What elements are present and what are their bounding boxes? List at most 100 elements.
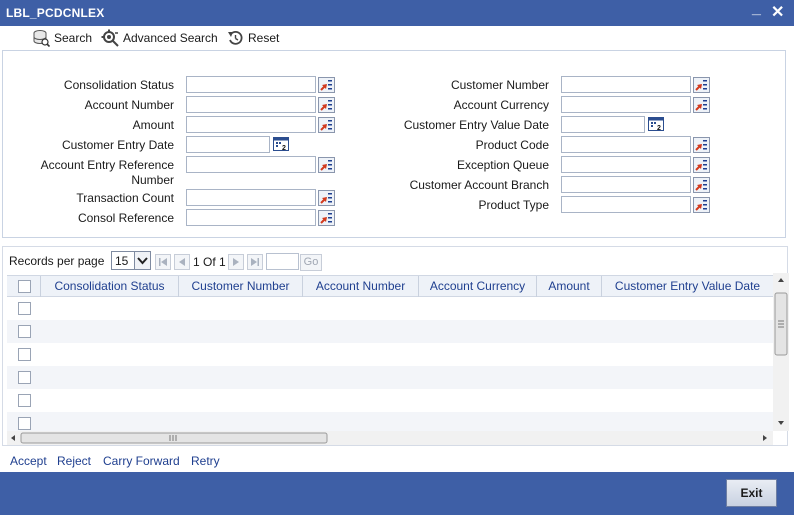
table-row[interactable] — [7, 297, 773, 320]
exception-queue-input[interactable] — [561, 156, 691, 173]
account-entry-reference-label-line2: Number — [131, 173, 174, 187]
column-header-account-number[interactable]: Account Number — [303, 276, 419, 298]
search-label: Search — [54, 31, 93, 45]
select-all-cell — [7, 276, 41, 298]
consol-reference-label: Consol Reference — [77, 211, 174, 225]
amount-label: Amount — [132, 118, 174, 132]
svg-text:2: 2 — [282, 145, 286, 152]
first-page-button[interactable] — [155, 254, 171, 270]
amount-lov-icon[interactable] — [318, 117, 335, 133]
accept-link[interactable]: Accept — [10, 454, 47, 468]
table-row[interactable] — [7, 320, 773, 343]
carry-forward-link[interactable]: Carry Forward — [103, 454, 180, 468]
pagination-bar: Records per page 15 1 Of 1 Go — [3, 247, 773, 273]
customer-entry-value-date-input[interactable] — [561, 116, 645, 133]
retry-link[interactable]: Retry — [191, 454, 220, 468]
column-header-customer-number[interactable]: Customer Number — [179, 276, 303, 298]
column-header-consolidation-status[interactable]: Consolidation Status — [41, 276, 179, 298]
product-type-label: Product Type — [478, 198, 550, 212]
transaction-count-input[interactable] — [186, 189, 316, 206]
account-number-lov-icon[interactable] — [318, 97, 335, 113]
go-button[interactable]: Go — [300, 254, 322, 271]
table-row[interactable] — [7, 366, 773, 389]
search-criteria-panel: Consolidation Status Account Number Amou… — [2, 50, 786, 238]
customer-account-branch-label: Customer Account Branch — [409, 178, 549, 192]
consol-reference-lov-icon[interactable] — [318, 210, 335, 226]
customer-account-branch-lov-icon[interactable] — [693, 177, 710, 193]
svg-text:2: 2 — [657, 125, 661, 132]
transaction-count-lov-icon[interactable] — [318, 190, 335, 206]
table-row[interactable] — [7, 343, 773, 366]
column-header-account-currency[interactable]: Account Currency — [419, 276, 537, 298]
column-header-customer-entry-value-date[interactable]: Customer Entry Value Date — [602, 276, 773, 298]
records-per-page-value: 15 — [115, 254, 129, 268]
customer-entry-date-label: Customer Entry Date — [61, 138, 174, 152]
minimize-button[interactable]: _ — [752, 0, 761, 18]
title-bar: LBL_PCDCNLEX _ ✕ — [0, 0, 794, 26]
product-type-lov-icon[interactable] — [693, 197, 710, 213]
customer-entry-date-calendar-icon[interactable]: 2 — [273, 136, 290, 152]
account-entry-reference-lov-icon[interactable] — [318, 157, 335, 173]
account-currency-input[interactable] — [561, 96, 691, 113]
row-checkbox[interactable] — [18, 348, 31, 361]
row-checkbox[interactable] — [18, 417, 31, 430]
account-entry-reference-input[interactable] — [186, 156, 316, 173]
product-code-label: Product Code — [475, 138, 549, 152]
previous-page-button[interactable] — [174, 254, 190, 270]
customer-entry-value-date-calendar-icon[interactable]: 2 — [648, 116, 665, 132]
toolbar: Search Advanced Search Reset — [0, 26, 794, 50]
transaction-count-label: Transaction Count — [76, 191, 174, 205]
amount-input[interactable] — [186, 116, 316, 133]
next-page-button[interactable] — [228, 254, 244, 270]
chevron-down-icon — [134, 252, 150, 269]
reset-icon — [228, 30, 243, 45]
page-info: 1 Of 1 — [193, 255, 226, 269]
column-header-amount[interactable]: Amount — [537, 276, 602, 298]
customer-account-branch-input[interactable] — [561, 176, 691, 193]
close-button[interactable]: ✕ — [771, 2, 784, 22]
customer-number-lov-icon[interactable] — [693, 77, 710, 93]
account-currency-lov-icon[interactable] — [693, 97, 710, 113]
consolidation-status-input[interactable] — [186, 76, 316, 93]
advanced-search-button[interactable]: Advanced Search — [101, 29, 218, 47]
account-entry-reference-label: Account Entry Reference — [40, 158, 174, 172]
reset-label: Reset — [248, 31, 280, 45]
reject-link[interactable]: Reject — [57, 454, 91, 468]
last-page-button[interactable] — [247, 254, 263, 270]
records-per-page-label: Records per page — [9, 254, 105, 268]
customer-entry-value-date-label: Customer Entry Value Date — [403, 118, 549, 132]
row-checkbox[interactable] — [18, 371, 31, 384]
window-title: LBL_PCDCNLEX — [6, 6, 105, 20]
database-search-icon — [33, 30, 50, 47]
grid-header: Consolidation Status Customer Number Acc… — [7, 275, 773, 298]
advanced-search-label: Advanced Search — [123, 31, 218, 45]
consolidation-status-lov-icon[interactable] — [318, 77, 335, 93]
page-number-input[interactable] — [266, 253, 299, 270]
customer-number-input[interactable] — [561, 76, 691, 93]
product-code-input[interactable] — [561, 136, 691, 153]
product-type-input[interactable] — [561, 196, 691, 213]
select-all-checkbox[interactable] — [18, 280, 31, 293]
product-code-lov-icon[interactable] — [693, 137, 710, 153]
search-button[interactable]: Search — [32, 29, 92, 47]
footer-bar: Exit — [0, 472, 794, 515]
horizontal-scrollbar[interactable] — [7, 431, 773, 445]
account-number-input[interactable] — [186, 96, 316, 113]
table-row[interactable] — [7, 412, 773, 431]
reset-button[interactable]: Reset — [227, 29, 279, 47]
customer-number-label: Customer Number — [450, 78, 549, 92]
consol-reference-input[interactable] — [186, 209, 316, 226]
exception-queue-lov-icon[interactable] — [693, 157, 710, 173]
exit-button[interactable]: Exit — [726, 479, 777, 507]
exception-queue-label: Exception Queue — [456, 158, 549, 172]
row-checkbox[interactable] — [18, 325, 31, 338]
action-links: Accept Reject Carry Forward Retry — [0, 448, 794, 472]
gear-search-icon — [101, 29, 119, 47]
row-checkbox[interactable] — [18, 302, 31, 315]
customer-entry-date-input[interactable] — [186, 136, 270, 153]
account-currency-label: Account Currency — [453, 98, 549, 112]
table-row[interactable] — [7, 389, 773, 412]
records-per-page-select[interactable]: 15 — [111, 251, 151, 270]
row-checkbox[interactable] — [18, 394, 31, 407]
vertical-scrollbar[interactable] — [773, 273, 789, 431]
